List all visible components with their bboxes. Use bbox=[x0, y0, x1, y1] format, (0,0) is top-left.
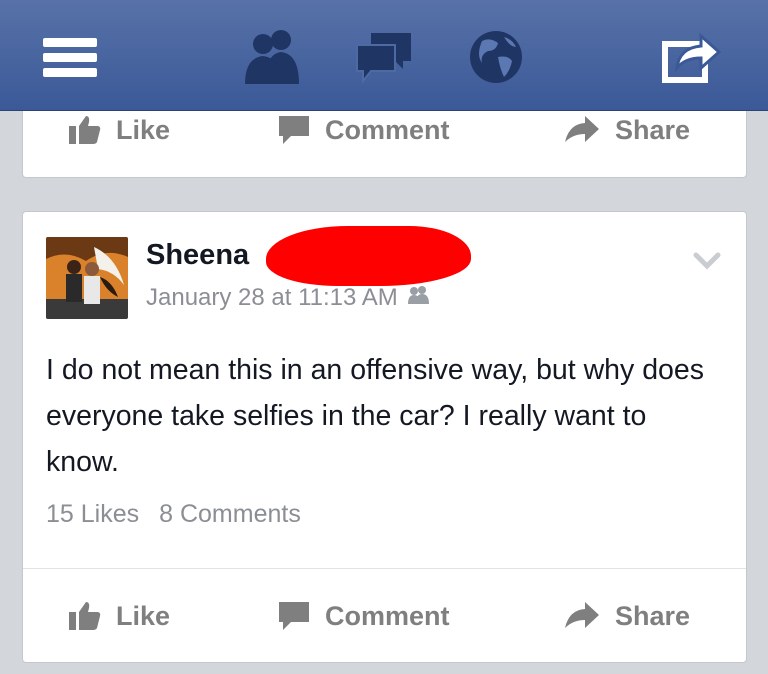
thumbs-up-icon bbox=[68, 114, 102, 146]
comment-icon bbox=[277, 114, 311, 146]
comment-button[interactable]: Comment bbox=[277, 586, 450, 646]
post-card: Sheena January 28 at 11:13 AM I do not m… bbox=[22, 211, 747, 663]
messages-button[interactable] bbox=[352, 22, 416, 92]
thumbs-up-icon bbox=[68, 600, 102, 632]
share-label: Share bbox=[615, 114, 691, 145]
post-timestamp[interactable]: January 28 at 11:13 AM bbox=[146, 284, 398, 312]
author-avatar[interactable] bbox=[46, 237, 128, 319]
post-actions: Like Comment Share bbox=[23, 586, 746, 646]
redaction-scribble bbox=[266, 226, 471, 286]
post-options-button[interactable] bbox=[693, 252, 721, 275]
like-button[interactable]: Like bbox=[68, 586, 170, 646]
friend-requests-button[interactable] bbox=[240, 22, 308, 92]
share-arrow-icon bbox=[563, 600, 601, 632]
messages-icon bbox=[356, 33, 411, 84]
likes-count[interactable]: 15 Likes bbox=[46, 500, 139, 528]
menu-icon bbox=[43, 38, 97, 77]
globe-icon bbox=[470, 31, 522, 83]
top-nav-bar bbox=[0, 0, 768, 111]
like-label: Like bbox=[116, 114, 171, 145]
comment-icon bbox=[277, 600, 311, 632]
post-text: I do not mean this in an offensive way, … bbox=[46, 354, 705, 478]
post-meta: January 28 at 11:13 AM bbox=[146, 284, 432, 312]
friends-icon bbox=[245, 30, 299, 84]
notifications-button[interactable] bbox=[466, 22, 526, 92]
comments-count[interactable]: 8 Comments bbox=[159, 500, 301, 528]
share-label: Share bbox=[615, 600, 691, 631]
comment-label: Comment bbox=[325, 600, 450, 631]
share-arrow-icon bbox=[563, 114, 601, 146]
menu-button[interactable] bbox=[40, 22, 100, 92]
share-post-button[interactable]: Share bbox=[563, 586, 690, 646]
like-label: Like bbox=[116, 600, 171, 631]
share-icon bbox=[662, 32, 722, 83]
friends-icon bbox=[406, 284, 432, 312]
author-name[interactable]: Sheena bbox=[146, 239, 249, 272]
chevron-down-icon bbox=[693, 252, 721, 270]
divider bbox=[23, 568, 746, 569]
share-button[interactable] bbox=[660, 22, 724, 92]
post-stats: 15 Likes 8 Comments bbox=[46, 500, 301, 529]
comment-label: Comment bbox=[325, 114, 450, 145]
